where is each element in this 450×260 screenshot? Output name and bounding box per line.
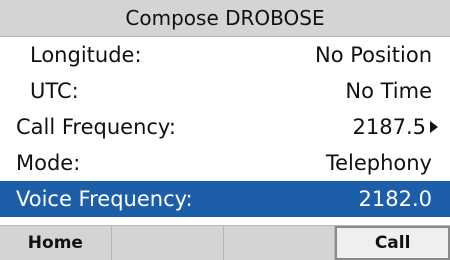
- row-utc[interactable]: UTC: No Time: [0, 73, 450, 109]
- longitude-label: Longitude:: [30, 43, 142, 67]
- mode-value: Telephony: [325, 151, 432, 175]
- utc-value: No Time: [345, 79, 432, 103]
- mode-label: Mode:: [16, 151, 81, 175]
- call-frequency-value: 2187.5: [352, 115, 426, 139]
- settings-list: Longitude: No Position UTC: No Time Call…: [0, 37, 450, 217]
- row-call-frequency[interactable]: Call Frequency: 2187.5: [0, 109, 450, 145]
- softkey-3[interactable]: [224, 226, 336, 260]
- home-softkey[interactable]: Home: [0, 226, 112, 260]
- softkey-2[interactable]: [112, 226, 224, 260]
- voice-frequency-label: Voice Frequency:: [16, 187, 193, 211]
- utc-label: UTC:: [30, 79, 79, 103]
- softkey-bar: Home Call: [0, 225, 450, 260]
- screen-title: Compose DROBOSE: [0, 0, 450, 37]
- call-frequency-value-wrap: 2187.5: [353, 115, 450, 139]
- radio-screen: Compose DROBOSE Longitude: No Position U…: [0, 0, 450, 260]
- chevron-right-icon: [430, 121, 438, 133]
- call-frequency-label: Call Frequency:: [16, 115, 176, 139]
- row-voice-frequency[interactable]: Voice Frequency: 2182.0: [0, 181, 450, 217]
- voice-frequency-value: 2182.0: [358, 187, 432, 211]
- call-softkey[interactable]: Call: [335, 226, 450, 260]
- longitude-value: No Position: [315, 43, 432, 67]
- row-mode[interactable]: Mode: Telephony: [0, 145, 450, 181]
- row-longitude[interactable]: Longitude: No Position: [0, 37, 450, 73]
